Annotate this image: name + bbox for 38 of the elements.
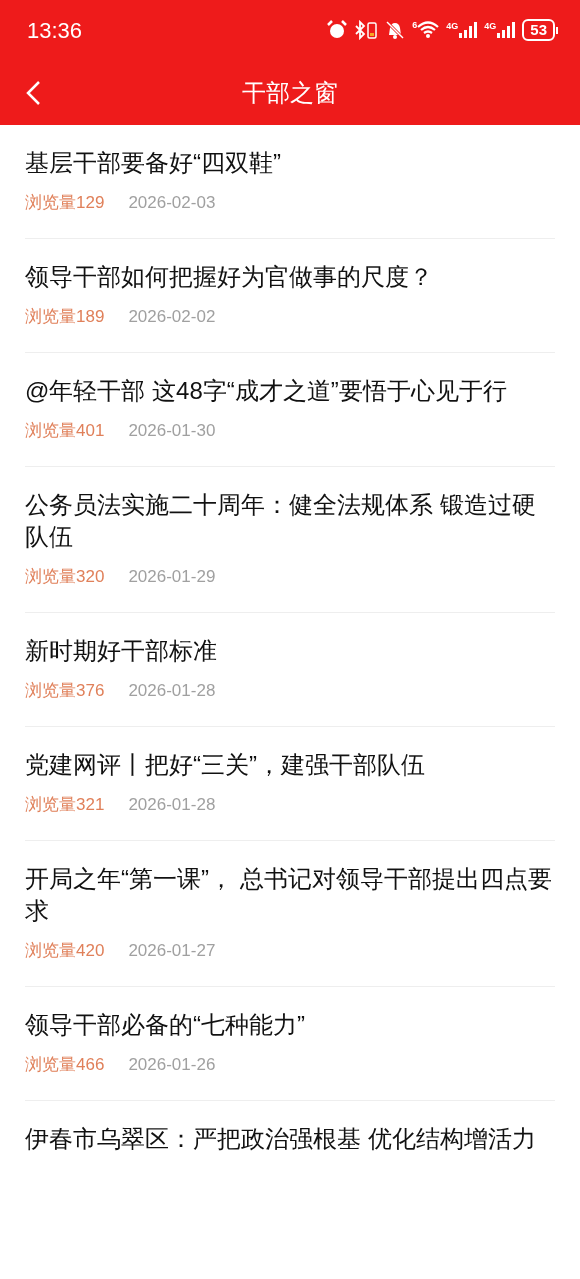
view-count: 浏览量401 <box>25 420 105 442</box>
publish-date: 2026-01-29 <box>128 566 216 588</box>
signal-icon <box>497 22 516 38</box>
view-count: 浏览量376 <box>25 680 105 702</box>
bluetooth-battery-icon <box>354 20 379 40</box>
muted-bell-icon <box>385 20 406 40</box>
wifi-label: 6 <box>412 21 418 30</box>
view-count: 浏览量189 <box>25 306 105 328</box>
clock-time: 13:36 <box>27 16 83 45</box>
article-title[interactable]: 公务员法实施二十周年：健全法规体系 锻造过硬队伍 <box>25 489 555 553</box>
article-title[interactable]: 伊春市乌翠区：严把政治强根基 优化结构增活力 <box>25 1123 555 1155</box>
article-title[interactable]: 领导干部必备的“七种能力” <box>25 1009 555 1041</box>
article-title[interactable]: 基层干部要备好“四双鞋” <box>25 147 555 179</box>
article-title[interactable]: @年轻干部 这48字“成才之道”要悟于心见于行 <box>25 375 555 407</box>
article-title[interactable]: 新时期好干部标准 <box>25 635 555 667</box>
article-title[interactable]: 开局之年“第一课”， 总书记对领导干部提出四点要求 <box>25 863 555 927</box>
view-count: 浏览量321 <box>25 794 105 816</box>
battery-level: 53 <box>522 19 555 41</box>
wifi-icon <box>417 21 440 39</box>
publish-date: 2026-01-28 <box>128 794 216 816</box>
publish-date: 2026-01-27 <box>128 940 216 962</box>
publish-date: 2026-02-03 <box>128 192 216 214</box>
signal-icon <box>459 22 478 38</box>
article-title[interactable]: 领导干部如何把握好为官做事的尺度？ <box>25 261 555 293</box>
view-count: 浏览量320 <box>25 566 105 588</box>
view-count: 浏览量129 <box>25 192 105 214</box>
view-count: 浏览量420 <box>25 940 105 962</box>
page-title: 干部之窗 <box>242 77 338 108</box>
network-label: 4G <box>446 22 459 31</box>
back-icon <box>24 80 42 106</box>
publish-date: 2026-01-28 <box>128 680 216 702</box>
article-title[interactable]: 党建网评丨把好“三关”，建强干部队伍 <box>25 749 555 781</box>
publish-date: 2026-02-02 <box>128 306 216 328</box>
network-label: 4G <box>484 22 497 31</box>
publish-date: 2026-01-26 <box>128 1054 216 1076</box>
publish-date: 2026-01-30 <box>128 420 216 442</box>
alarm-icon <box>327 20 348 40</box>
view-count: 浏览量466 <box>25 1054 105 1076</box>
